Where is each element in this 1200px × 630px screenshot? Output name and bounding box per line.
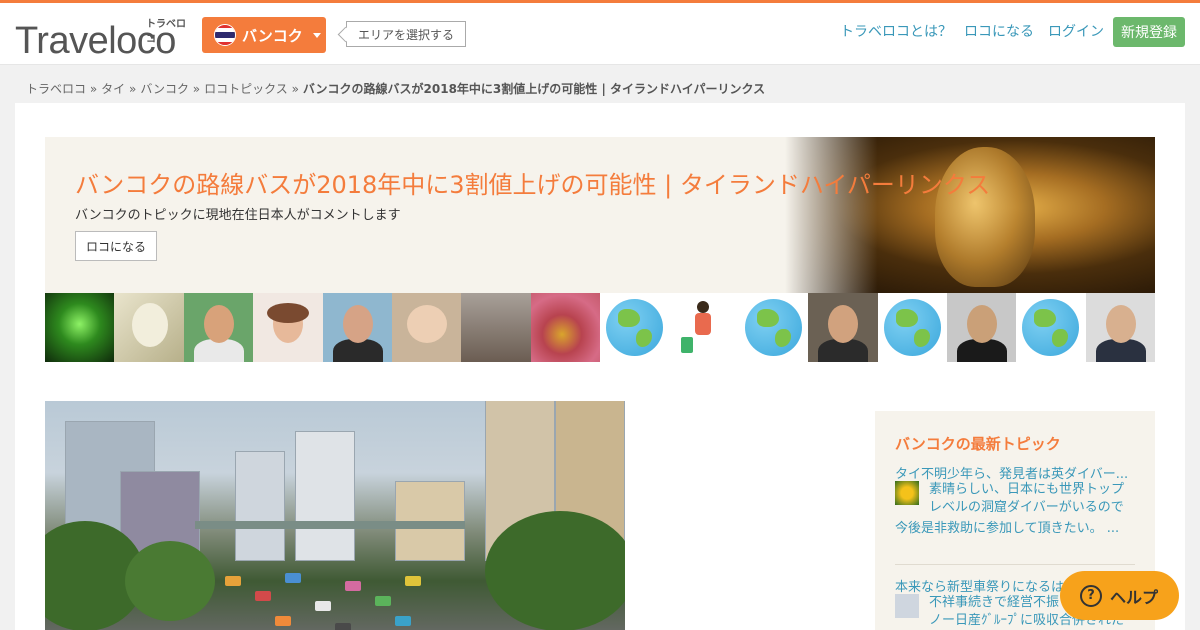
- signup-button[interactable]: 新規登録: [1113, 17, 1185, 47]
- avatar[interactable]: [946, 293, 1017, 362]
- globe-icon: [1022, 299, 1080, 356]
- become-loco-button[interactable]: ロコになる: [75, 231, 157, 261]
- nav-become-loco[interactable]: ロコになる: [964, 21, 1034, 41]
- caret-down-icon: [312, 32, 321, 38]
- help-button[interactable]: ? ヘルプ: [1060, 571, 1179, 620]
- topic-comment: 素晴らしい、日本にも世界トップ: [929, 482, 1125, 497]
- topic-link[interactable]: タイ不明少年ら、発見者は英ダイバー...: [895, 463, 1128, 482]
- avatar[interactable]: [45, 293, 115, 362]
- avatar[interactable]: [391, 293, 462, 362]
- hero-subtitle: バンコクのトピックに現地在住日本人がコメントします: [75, 208, 401, 223]
- traveloco-logo[interactable]: Traveloco トラベロコ: [15, 13, 190, 61]
- breadcrumb: トラベロコ » タイ » バンコク » ロコトピックス » バンコクの路線バスが…: [26, 80, 765, 97]
- breadcrumb-current: バンコクの路線バスが2018年中に3割値上げの可能性 | タイランドハイパーリン…: [302, 82, 766, 96]
- divider: [895, 564, 1135, 565]
- avatar[interactable]: [739, 293, 808, 362]
- sunflower-avatar: [895, 481, 919, 505]
- avatar[interactable]: [669, 293, 739, 362]
- globe-icon: [606, 299, 663, 356]
- avatar[interactable]: [253, 293, 323, 362]
- area-select-button[interactable]: エリアを選択する: [346, 21, 466, 47]
- page-title: バンコクの路線バスが2018年中に3割値上げの可能性 | タイランドハイパーリン…: [75, 171, 991, 199]
- avatar[interactable]: [461, 293, 531, 362]
- buddha-image: [785, 137, 1155, 293]
- logo-kana: トラベロコ: [146, 19, 186, 45]
- globe-icon: [744, 299, 802, 356]
- city-label: バンコク: [242, 26, 303, 45]
- avatar[interactable]: [322, 293, 392, 362]
- city-select-button[interactable]: バンコク: [202, 17, 326, 53]
- content-card: バンコクの路線バスが2018年中に3割値上げの可能性 | タイランドハイパーリン…: [15, 103, 1185, 630]
- help-label: ヘルプ: [1110, 587, 1159, 607]
- nav-about[interactable]: トラベロコとは？: [840, 21, 952, 41]
- avatar[interactable]: [808, 293, 878, 362]
- breadcrumb-item[interactable]: バンコク »: [140, 80, 200, 97]
- question-icon: ?: [1080, 584, 1102, 607]
- avatar[interactable]: [114, 293, 184, 362]
- topic-link[interactable]: 本来なら新型車祭りになるは: [895, 576, 1064, 595]
- site-header: Traveloco トラベロコ バンコク エリアを選択する トラベロコとは？ ロ…: [0, 3, 1200, 65]
- breadcrumb-item[interactable]: タイ »: [101, 80, 136, 97]
- person-avatar: [895, 594, 919, 618]
- avatar[interactable]: [1085, 293, 1155, 362]
- globe-icon: [883, 299, 941, 356]
- avatar[interactable]: [183, 293, 254, 362]
- avatar[interactable]: [530, 293, 600, 362]
- topic-comment: レベルの洞窟ダイバーがいるので: [929, 500, 1124, 515]
- avatar[interactable]: [1016, 293, 1085, 362]
- avatar[interactable]: [878, 293, 947, 362]
- breadcrumb-item[interactable]: ロコトピックス »: [204, 80, 299, 97]
- article-photo: [45, 401, 625, 630]
- avatar[interactable]: [600, 293, 669, 362]
- hero-banner: バンコクの路線バスが2018年中に3割値上げの可能性 | タイランドハイパーリン…: [45, 137, 1155, 293]
- sidebar-title: バンコクの最新トピック: [895, 435, 1061, 453]
- loco-avatar-strip: [45, 293, 1155, 362]
- topic-comment: 今後是非救助に参加して頂きたい。 ...: [895, 521, 1120, 536]
- breadcrumb-item[interactable]: トラベロコ »: [26, 80, 97, 97]
- thailand-flag-icon: [214, 24, 236, 46]
- nav-login[interactable]: ログイン: [1048, 21, 1104, 41]
